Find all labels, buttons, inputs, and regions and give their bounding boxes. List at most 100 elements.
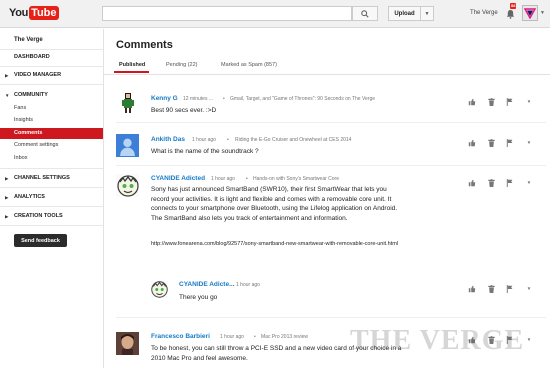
cartoon-face-icon [116,174,139,197]
sidebar: The Verge DASHBOARD ▶ VIDEO MANAGER ▼ CO… [0,29,104,368]
comment-text: What is the name of the soundtrack ? [151,148,259,155]
sidebar-item-fans[interactable]: Fans [14,105,26,111]
avatar[interactable] [116,91,139,114]
logo-tube-text: Tube [29,6,59,20]
chevron-down-icon[interactable]: ▼ [524,335,534,344]
chevron-down-icon[interactable]: ▼ [524,97,534,106]
sidebar-item-comments[interactable]: Comments [0,128,103,139]
comment-author[interactable]: CYANIDE Adicted [151,175,205,182]
sidebar-divider [0,49,103,50]
sidebar-item-community[interactable]: COMMUNITY [14,92,48,98]
reply-author[interactable]: CYANIDE Adicte... [179,281,235,288]
sidebar-item-dashboard[interactable]: DASHBOARD [14,54,50,60]
comment-author[interactable]: Ankith Das [151,136,185,143]
tab-marked-as-spam[interactable]: Marked as Spam (857) [221,62,277,68]
avatar[interactable] [151,281,168,298]
youtube-logo[interactable]: You Tube [9,5,59,21]
flag-icon[interactable] [505,284,515,293]
comment-time[interactable]: 12 minutes ... [183,96,213,102]
sidebar-item-inbox[interactable]: Inbox [14,155,27,161]
trash-icon[interactable] [486,97,496,106]
default-user-icon [120,138,135,156]
chevron-down-icon[interactable]: ▼ [5,93,9,98]
chevron-down-icon[interactable]: ▼ [524,284,534,293]
comment-actions: ▼ [467,138,534,147]
sidebar-divider [0,168,103,169]
comment-link[interactable]: http://www.fonearena.com/blog/92577/sony… [151,240,403,249]
flag-icon[interactable] [505,178,515,187]
channel-avatar[interactable] [522,5,538,21]
avatar[interactable] [116,332,139,355]
sidebar-item-channel-settings[interactable]: CHANNEL SETTINGS [14,175,70,181]
comment-author[interactable]: Kenny G [151,95,178,102]
send-feedback-button[interactable]: Send feedback [14,234,67,247]
chevron-right-icon[interactable]: ▶ [5,214,8,220]
bullet: • [227,137,229,143]
comment-time[interactable]: 1 hour ago [192,137,216,143]
comment-video-link[interactable]: Gmail, Target, and "Game of Thrones": 90… [230,96,375,102]
comment-divider [116,122,546,123]
comment-video-link[interactable]: Mac Pro 2013 review [261,334,308,340]
comment-author[interactable]: Francesco Barbieri [151,333,210,340]
chevron-right-icon[interactable]: ▶ [5,195,8,201]
page-title: Comments [116,39,173,51]
sidebar-item-label: Comments [14,130,43,136]
upload-button[interactable]: Upload [388,6,421,21]
sidebar-divider [0,84,103,85]
user-photo-icon [116,332,139,355]
chevron-down-icon: ▼ [424,10,430,17]
thumbs-up-icon[interactable] [467,97,477,106]
comment-time[interactable]: 1 hour ago [220,334,244,340]
logo-you-text: You [9,7,29,19]
tab-published[interactable]: Published [119,62,145,68]
flag-icon[interactable] [505,97,515,106]
sidebar-divider [0,206,103,207]
tabs-divider [104,74,550,75]
search-input[interactable] [102,6,352,21]
reply-text: There you go [179,294,218,301]
avatar[interactable] [116,134,139,157]
sidebar-divider [0,187,103,188]
thumbs-up-icon[interactable] [467,178,477,187]
sidebar-item-creation-tools[interactable]: CREATION TOOLS [14,213,63,219]
chevron-down-icon[interactable]: ▼ [524,138,534,147]
upload-dropdown-button[interactable]: ▼ [421,6,434,21]
active-tab-indicator [114,71,149,73]
verge-watermark: THE VERGE [350,325,525,356]
avatar[interactable] [116,174,139,197]
thumbs-up-icon[interactable] [467,284,477,293]
chevron-right-icon[interactable]: ▶ [5,73,8,79]
comment-text: Best 90 secs ever. :>D [151,107,217,114]
comment-text: Sony has just announced SmartBand (SWR10… [151,186,398,222]
chevron-right-icon[interactable]: ▶ [5,176,8,182]
search-icon [361,9,369,18]
username[interactable]: The Verge [470,10,498,16]
chevron-down-icon[interactable]: ▼ [524,178,534,187]
trash-icon[interactable] [486,178,496,187]
comment-time[interactable]: 1 hour ago [211,176,235,182]
trash-icon[interactable] [486,138,496,147]
tab-pending[interactable]: Pending (22) [166,62,198,68]
flag-icon[interactable] [505,138,515,147]
comment-actions: ▼ [467,178,534,187]
comment-actions: ▼ [467,97,534,106]
verge-logo-icon [524,8,536,19]
comment-divider [116,165,546,166]
trash-icon[interactable] [486,284,496,293]
top-header: You Tube Upload ▼ The Verge 88 ▼ [0,0,550,28]
reply-time[interactable]: 1 hour ago [236,282,260,288]
sidebar-item-comment-settings[interactable]: Comment settings [14,142,58,148]
search-button[interactable] [352,6,378,21]
thumbs-up-icon[interactable] [467,138,477,147]
bullet: • [223,96,225,102]
sidebar-channel-name[interactable]: The Verge [14,37,43,43]
chevron-down-icon[interactable]: ▼ [540,10,545,16]
sidebar-item-insights[interactable]: Insights [14,117,33,123]
bell-icon [506,9,515,19]
comment-video-link[interactable]: Hands-on with Sony's Smartwear Core [253,176,339,182]
comment-video-link[interactable]: Riding the E-Go Cruiser and Onewheel at … [235,137,351,143]
main-content: Comments Published Pending (22) Marked a… [104,29,550,368]
sidebar-divider [0,225,103,226]
sidebar-item-video-manager[interactable]: VIDEO MANAGER [14,72,61,78]
sidebar-item-analytics[interactable]: ANALYTICS [14,194,45,200]
